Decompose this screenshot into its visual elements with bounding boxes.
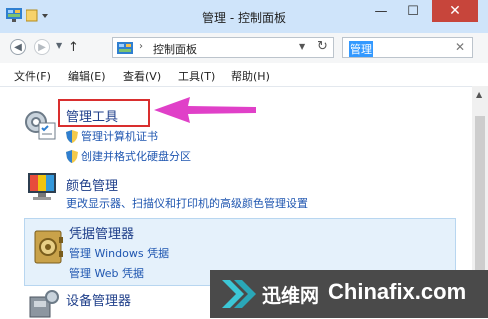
credential-vault-icon: [34, 230, 63, 264]
maximize-button[interactable]: ☐: [398, 0, 428, 22]
breadcrumb-control-panel[interactable]: 控制面板: [153, 41, 197, 57]
credential-manager-link[interactable]: 凭据管理器: [69, 223, 134, 242]
search-query[interactable]: 管理: [349, 41, 373, 57]
watermark-en-text: Chinafix.com: [328, 279, 467, 304]
address-bar[interactable]: › 控制面板 ▼ ↻: [112, 37, 334, 58]
up-arrow-icon[interactable]: ↑: [68, 40, 79, 55]
device-manager-icon[interactable]: [26, 289, 60, 319]
refresh-icon[interactable]: ↻: [317, 39, 328, 54]
close-button[interactable]: ✕: [432, 0, 478, 22]
menu-help[interactable]: 帮助(H): [231, 68, 270, 84]
navigation-bar: ◀ ▶ ▼ ↑ › 控制面板 ▼ ↻ 管理 ✕: [0, 33, 488, 63]
manage-certificates-label: 管理计算机证书: [81, 130, 158, 143]
back-button[interactable]: ◀: [10, 39, 26, 55]
menu-edit[interactable]: 编辑(E): [68, 68, 106, 84]
title-bar: 管理 - 控制面板 — ☐ ✕: [0, 0, 488, 34]
manage-web-credentials-link[interactable]: 管理 Web 凭据: [69, 265, 144, 281]
address-dropdown-icon[interactable]: ▼: [299, 42, 305, 51]
breadcrumb-separator-icon[interactable]: ›: [139, 41, 143, 52]
menu-tools[interactable]: 工具(T): [178, 68, 215, 84]
menu-bar: 文件(F) 编辑(E) 查看(V) 工具(T) 帮助(H): [0, 64, 488, 86]
shield-icon: [66, 149, 78, 163]
control-panel-icon: [117, 42, 133, 54]
admin-tools-link[interactable]: 管理工具: [66, 106, 118, 125]
admin-tools-icon[interactable]: [23, 109, 57, 141]
scroll-up-arrow-icon[interactable]: ▲: [476, 90, 482, 99]
manage-certificates-link[interactable]: 管理计算机证书: [66, 128, 158, 144]
color-management-icon[interactable]: [26, 171, 60, 203]
format-partitions-label: 创建并格式化硬盘分区: [81, 150, 191, 163]
minimize-button[interactable]: —: [366, 0, 396, 22]
watermark: 迅维网 Chinafix.com: [210, 270, 488, 318]
watermark-cn-text: 迅维网: [262, 285, 320, 307]
manage-windows-credentials-link[interactable]: 管理 Windows 凭据: [69, 245, 169, 261]
search-input[interactable]: 管理 ✕: [342, 37, 473, 58]
scroll-thumb[interactable]: [475, 116, 485, 281]
color-management-link[interactable]: 颜色管理: [66, 175, 118, 194]
device-manager-link[interactable]: 设备管理器: [66, 290, 131, 309]
shield-icon: [66, 129, 78, 143]
forward-button[interactable]: ▶: [34, 39, 50, 55]
format-partitions-link[interactable]: 创建并格式化硬盘分区: [66, 148, 191, 164]
chinafix-logo-icon: [222, 280, 256, 308]
menu-file[interactable]: 文件(F): [14, 68, 51, 84]
color-management-description[interactable]: 更改显示器、扫描仪和打印机的高级颜色管理设置: [66, 195, 308, 211]
clear-search-icon[interactable]: ✕: [455, 40, 465, 54]
recent-pages-dropdown-icon[interactable]: ▼: [56, 41, 62, 50]
menu-view[interactable]: 查看(V): [123, 68, 161, 84]
annotation-arrow-icon: [154, 97, 256, 123]
